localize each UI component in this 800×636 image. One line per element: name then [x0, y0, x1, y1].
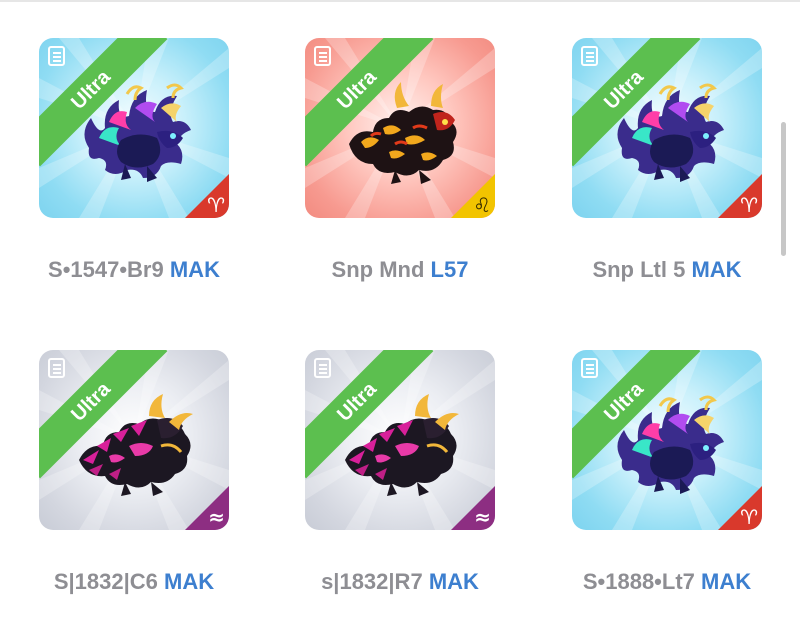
creature-tag: L57 — [430, 257, 469, 282]
creature-card[interactable]: Ultra ≈ — [39, 350, 229, 530]
creature-name-text: Snp Ltl 5 — [592, 257, 686, 282]
aquarius-icon: ≈ — [474, 505, 491, 529]
creature-name: Snp Mnd L57 — [270, 257, 530, 283]
document-icon — [314, 358, 331, 378]
creature-name: S•1888•Lt7 MAK — [537, 569, 797, 595]
creature-name-text: S|1832|C6 — [53, 569, 158, 594]
creature-name-text: S•1888•Lt7 — [582, 569, 695, 594]
aquarius-icon: ≈ — [208, 505, 225, 529]
pink-black-spiky-creature — [343, 392, 461, 498]
creature-tag: MAK — [169, 257, 220, 282]
leo-icon: ♌ — [473, 193, 491, 217]
creature-card[interactable]: Ultra ♈ — [572, 350, 762, 530]
creature-name: S|1832|C6 MAK — [4, 569, 264, 595]
aries-icon: ♈ — [207, 193, 225, 217]
creature-tag: MAK — [691, 257, 742, 282]
document-icon — [48, 46, 65, 66]
aries-icon: ♈ — [740, 193, 758, 217]
creature-card[interactable]: Ultra ♈ — [39, 38, 229, 218]
blue-purple-spiky-creature — [615, 83, 726, 184]
pink-black-spiky-creature — [77, 392, 195, 498]
document-icon — [581, 358, 598, 378]
creature-card[interactable]: Ultra ≈ — [305, 350, 495, 530]
creature-name: Snp Ltl 5 MAK — [537, 257, 797, 283]
creature-name: s|1832|R7 MAK — [270, 569, 530, 595]
aries-icon: ♈ — [740, 505, 758, 529]
red-black-lava-creature — [347, 80, 459, 186]
document-icon — [48, 358, 65, 378]
creature-name: S•1547•Br9 MAK — [4, 257, 264, 283]
scrollbar[interactable] — [781, 122, 786, 256]
document-icon — [314, 46, 331, 66]
creature-name-text: Snp Mnd — [331, 257, 425, 282]
creature-tag: MAK — [164, 569, 215, 594]
document-icon — [581, 46, 598, 66]
creature-card[interactable]: Ultra ♌ — [305, 38, 495, 218]
blue-purple-spiky-creature — [615, 395, 726, 496]
creature-tag: MAK — [428, 569, 479, 594]
creature-name-text: s|1832|R7 — [321, 569, 423, 594]
top-divider — [0, 0, 800, 2]
creature-name-text: S•1547•Br9 — [48, 257, 164, 282]
creature-tag: MAK — [701, 569, 752, 594]
creature-card[interactable]: Ultra ♈ — [572, 38, 762, 218]
blue-purple-spiky-creature — [82, 83, 193, 184]
